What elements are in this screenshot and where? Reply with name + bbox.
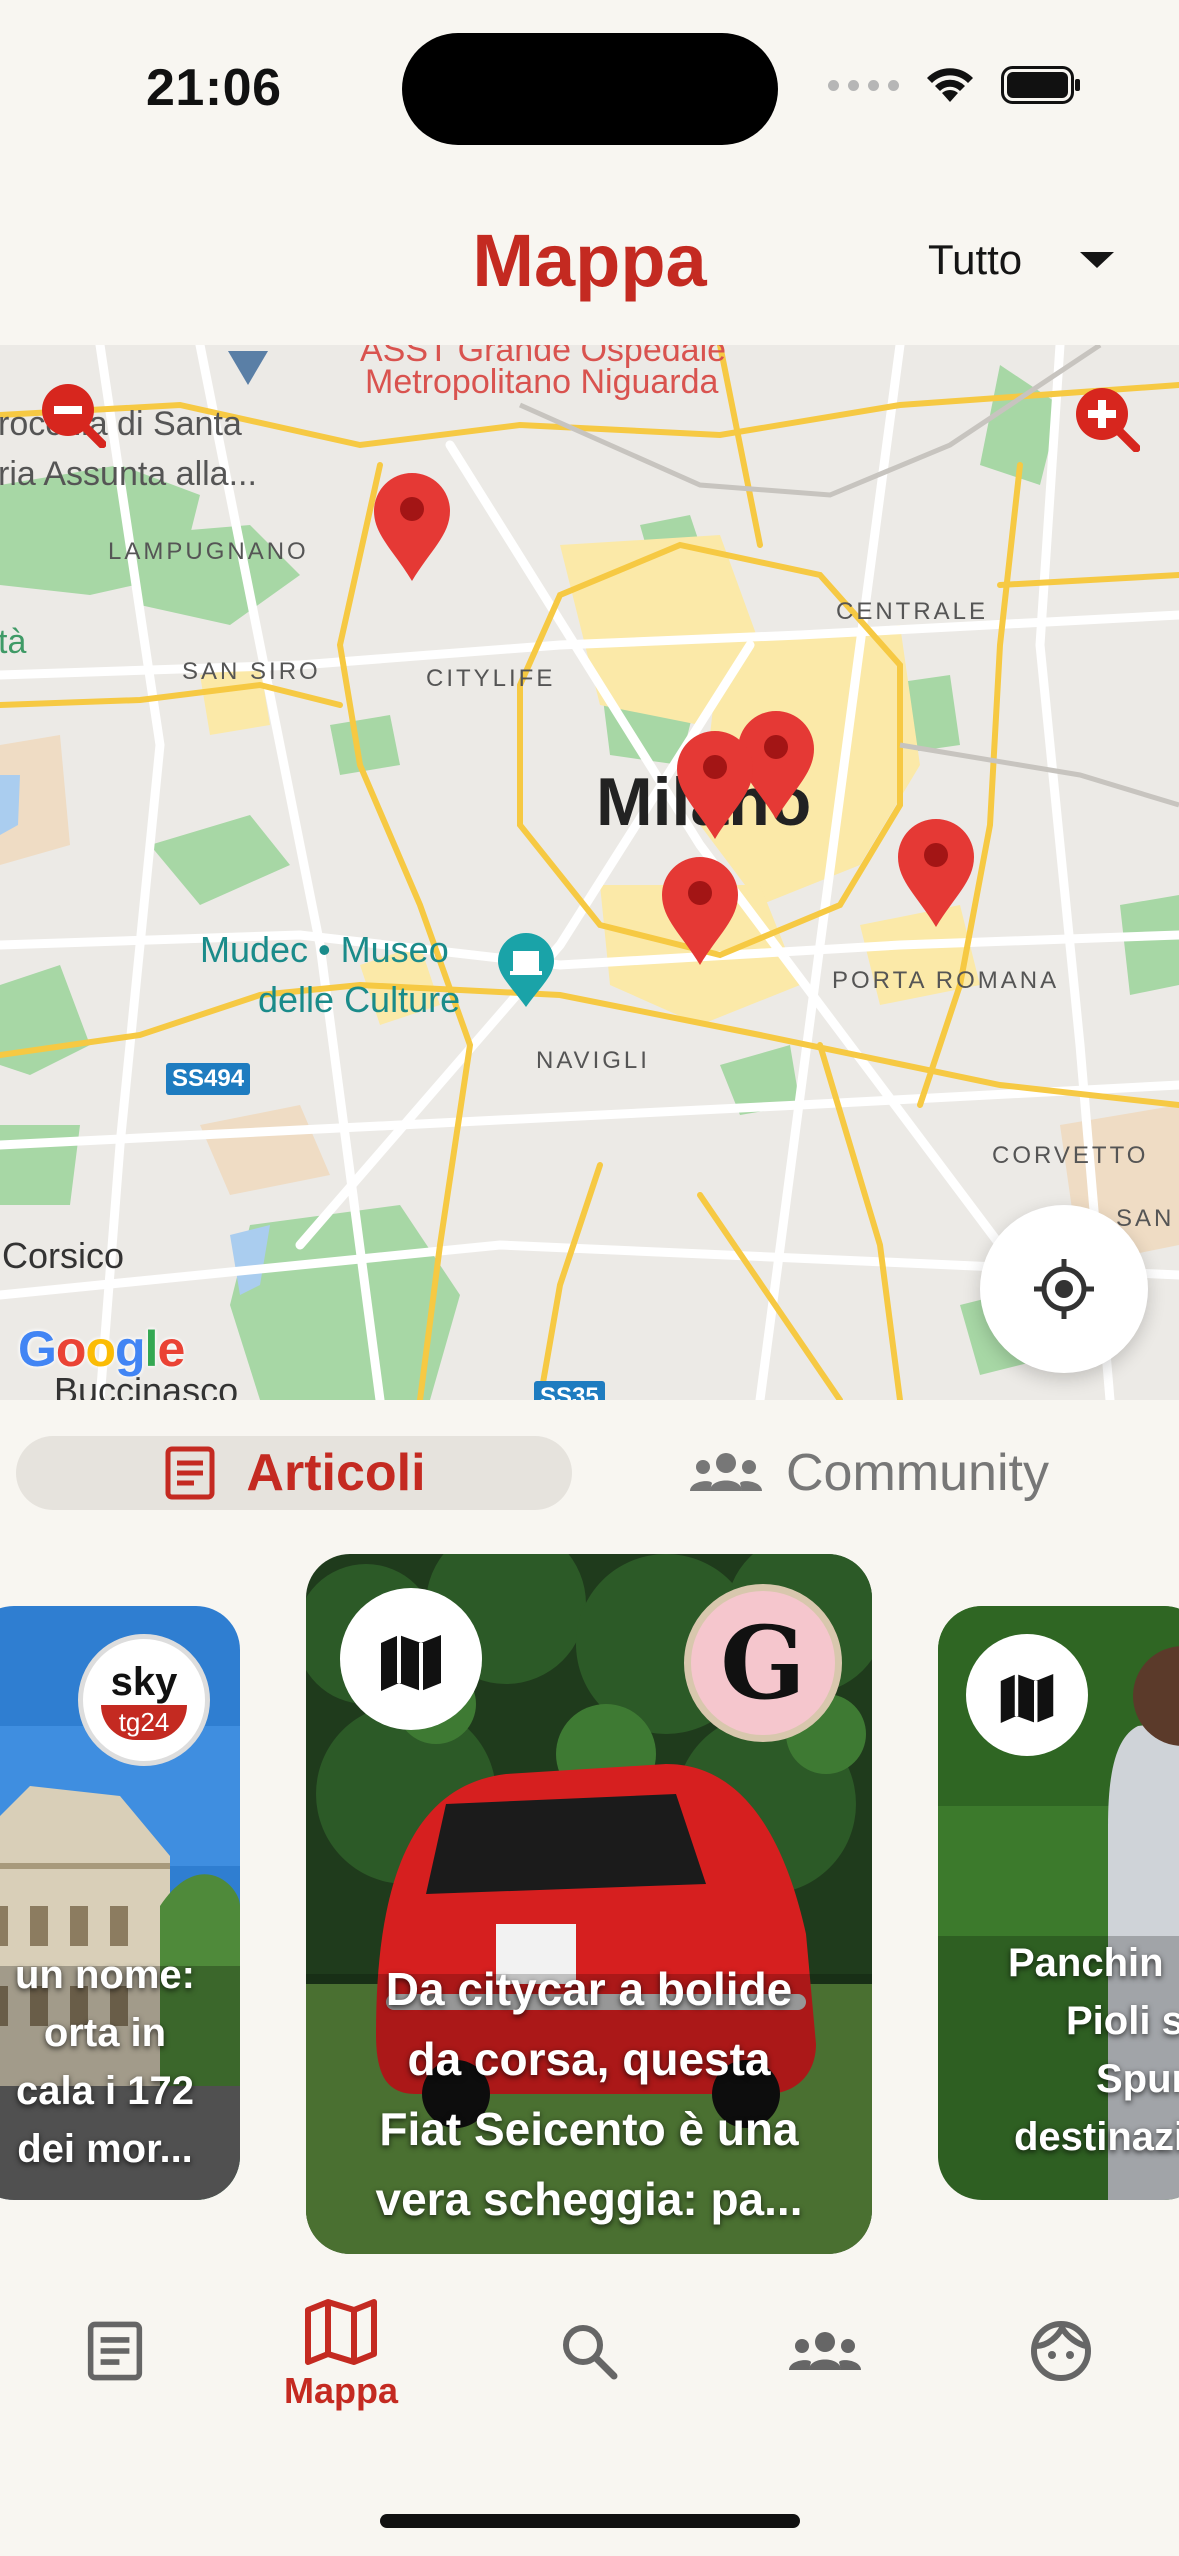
caption-line: Da citycar a bolide	[385, 1963, 793, 2015]
map-icon	[381, 1635, 441, 1691]
bottom-nav: Mappa	[0, 2262, 1179, 2556]
zoom-in-icon[interactable]	[1070, 382, 1140, 452]
caption-line: orta in	[43, 2011, 167, 2055]
nav-community[interactable]	[788, 2330, 862, 2374]
source-logo: sky tg24	[78, 1634, 210, 1766]
source-logo-letter: G	[720, 1604, 806, 1722]
status-time: 21:06	[146, 59, 282, 117]
caption-line: da corsa, questa	[407, 2033, 771, 2085]
home-indicator[interactable]	[380, 2514, 800, 2528]
museum-icon	[498, 933, 554, 1007]
caption-line: dei mor...	[17, 2127, 193, 2171]
filter-value: Tutto	[928, 236, 1023, 283]
card-caption: Da citycar a bolide da corsa, questa Fia…	[306, 1954, 872, 2234]
caption-line: destinazi	[1014, 2115, 1179, 2159]
map-badge-button[interactable]	[340, 1588, 482, 1730]
caption-line: Panchin	[1008, 1941, 1164, 1985]
article-card[interactable]: Panchin Pioli s Spun destinazi	[938, 1606, 1179, 2200]
map-label: ria Assunta alla...	[0, 455, 257, 493]
map-icon	[305, 2299, 377, 2365]
map-icon	[1000, 1674, 1054, 1723]
caption-line: cala i 172	[16, 2069, 194, 2113]
card-caption: Panchin Pioli s Spun destinazi	[978, 1934, 1179, 2166]
zoom-out-icon[interactable]	[36, 378, 106, 448]
caption-line: vera scheggia: pa...	[375, 2173, 803, 2225]
map-label: SS35	[534, 1381, 605, 1400]
map-label: CORVETTO	[992, 1142, 1149, 1169]
map-pin[interactable]	[660, 855, 740, 967]
search-icon	[563, 2325, 618, 2380]
source-logo-bottom: tg24	[100, 1705, 188, 1740]
tab-community-label: Community	[786, 1444, 1049, 1502]
battery-icon	[1001, 66, 1080, 104]
face-icon	[1031, 2321, 1091, 2381]
map-label: NAVIGLI	[536, 1047, 650, 1074]
source-logo: G	[684, 1584, 842, 1742]
crosshair-icon	[1034, 1259, 1094, 1319]
article-icon	[87, 2321, 143, 2381]
source-logo-top: sky	[110, 1660, 178, 1704]
caption-line: Spun	[1096, 2057, 1179, 2101]
wifi-icon	[927, 68, 973, 102]
caption-line: Pioli s	[1066, 1999, 1179, 2043]
map-badge-button[interactable]	[966, 1634, 1088, 1756]
caption-line: un nome:	[15, 1953, 195, 1997]
map-pin[interactable]	[896, 817, 976, 929]
card-caption: un nome: orta in cala i 172 dei mor...	[0, 1946, 240, 2178]
group-icon	[789, 2332, 861, 2370]
tab-articoli[interactable]: Articoli	[16, 1436, 572, 1510]
cellular-signal-icon	[828, 79, 899, 91]
locate-me-button[interactable]	[980, 1205, 1148, 1373]
map-label: Mudec • Museo	[200, 929, 449, 970]
poi-icon	[228, 351, 268, 385]
google-logo: Google	[18, 1321, 185, 1377]
nav-map[interactable]: Mappa	[284, 2298, 398, 2412]
article-card[interactable]: G Da citycar a bolide da corsa, questa F…	[306, 1554, 872, 2254]
map-label: SAN	[1116, 1205, 1175, 1232]
status-icons	[828, 66, 1081, 104]
map-label: Metropolitano Niguarda	[365, 363, 719, 401]
article-icon	[165, 1446, 215, 1500]
map-label: Corsico	[2, 1235, 125, 1276]
map-label: CITYLIFE	[426, 665, 556, 692]
map-label: delle Culture	[258, 979, 461, 1020]
nav-profile[interactable]	[1030, 2320, 1092, 2382]
map-label: SS494	[166, 1063, 251, 1095]
nav-articles[interactable]	[84, 2320, 146, 2382]
nav-search[interactable]	[560, 2322, 618, 2380]
map-label: SAN SIRO	[182, 658, 321, 685]
map-label: LAMPUGNANO	[108, 538, 309, 565]
map-pin[interactable]	[372, 471, 452, 583]
map-label: PORTA ROMANA	[832, 967, 1060, 994]
group-icon	[690, 1453, 762, 1491]
article-card[interactable]: sky tg24 un nome: orta in cala i 172 dei…	[0, 1606, 240, 2200]
map-pin[interactable]	[675, 729, 755, 841]
tab-articoli-label: Articoli	[246, 1444, 426, 1502]
dynamic-island	[402, 33, 778, 145]
chevron-down-icon	[1080, 252, 1115, 268]
filter-dropdown[interactable]: Tutto	[928, 236, 1115, 284]
caption-line: Fiat Seicento è una	[379, 2103, 799, 2155]
tab-community[interactable]: Community	[690, 1436, 1049, 1510]
nav-map-label: Mappa	[284, 2370, 399, 2411]
map-label: tà	[0, 623, 27, 661]
map-label: CENTRALE	[836, 598, 989, 625]
